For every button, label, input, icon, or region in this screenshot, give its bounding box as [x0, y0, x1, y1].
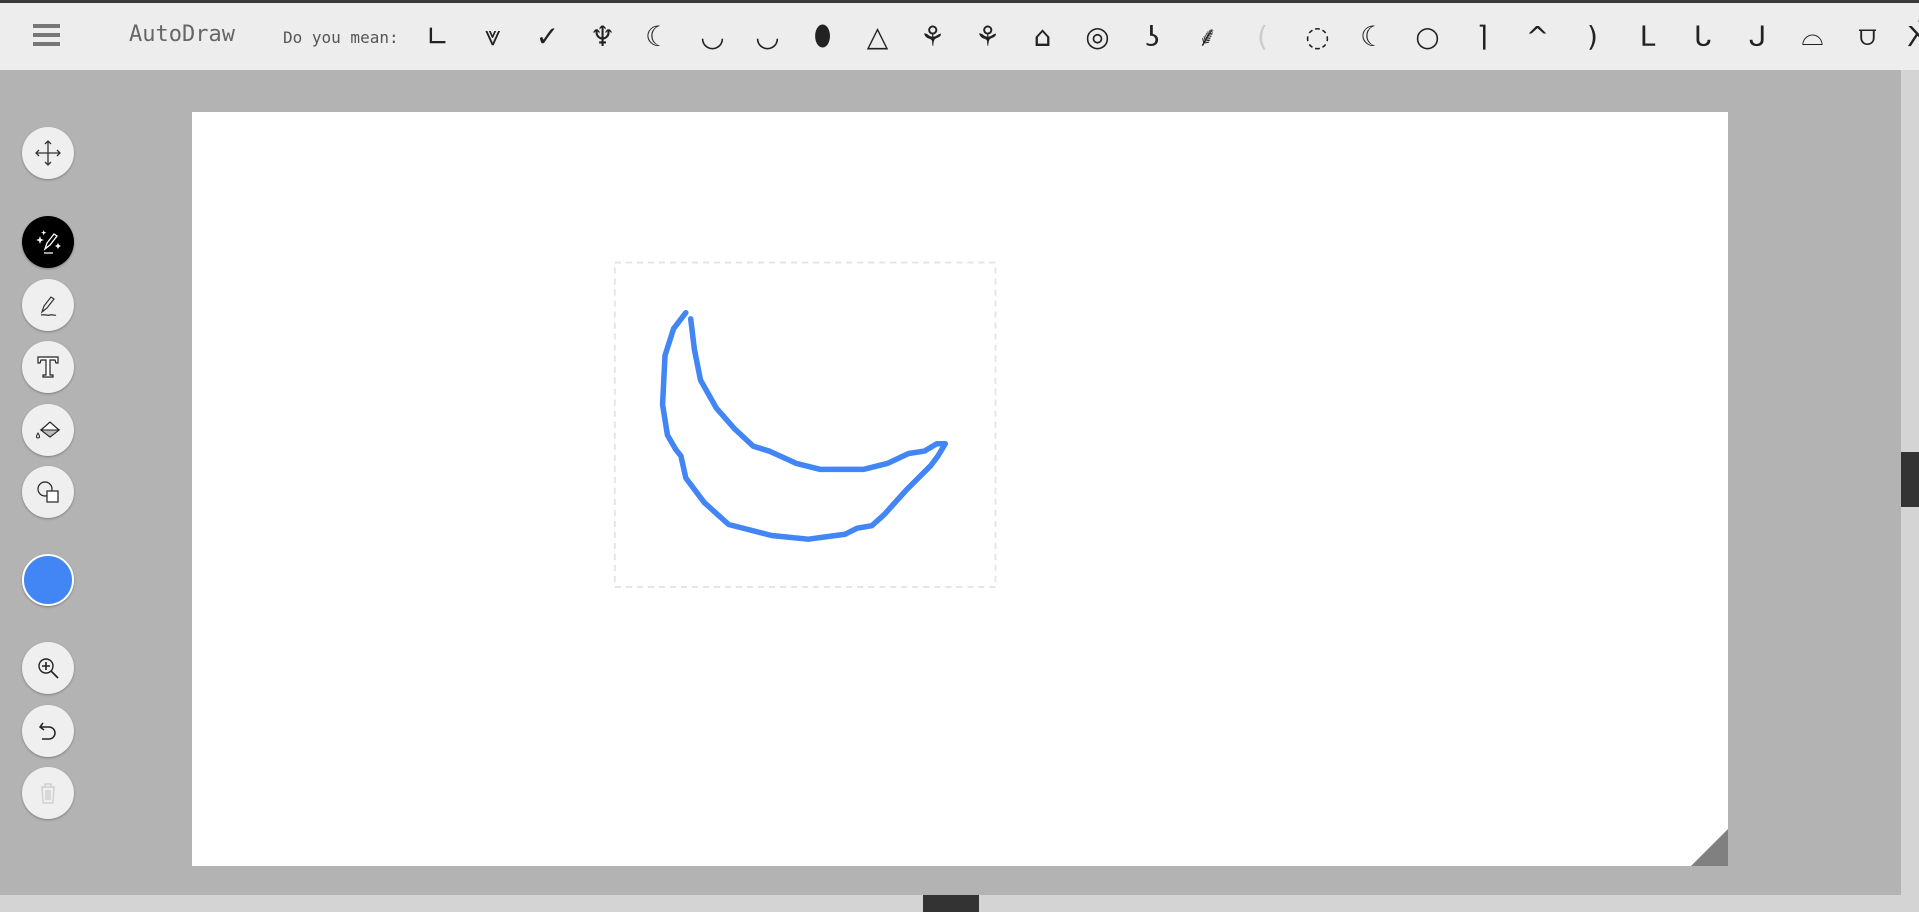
suggestion-flower-pots-icon[interactable]: ⚘ [960, 13, 1015, 59]
suggestion-label: Do you mean: [283, 28, 399, 47]
zoom-tool-button[interactable] [22, 642, 74, 694]
suggestion-bowl-icon[interactable]: ◡ [740, 13, 795, 59]
suggestion-crescent-moon-icon[interactable]: ☾ [1345, 13, 1400, 59]
suggestion-boomerang-icon[interactable]: ^ [1510, 13, 1565, 59]
trash-icon [41, 783, 55, 804]
suggestion-forearm-icon[interactable]: ᒍ [1730, 13, 1785, 59]
delete-button[interactable] [22, 767, 74, 819]
suggestion-insect-icon[interactable]: Ӂ [1895, 13, 1919, 59]
zoom-in-icon [38, 658, 59, 679]
shape-tool-button[interactable] [22, 466, 74, 518]
suggestion-pipe-elbow-icon[interactable]: ⌉ [1455, 13, 1510, 59]
suggestion-full-moon-icon[interactable]: ○ [1400, 13, 1455, 59]
suggestion-canoe-icon[interactable]: ⌓ [1785, 13, 1840, 59]
suggestion-banana-icon[interactable]: ◡ [685, 13, 740, 59]
text-icon [37, 356, 59, 378]
text-tool-button[interactable] [22, 341, 74, 393]
header: AutoDraw Do you mean: ∟ ⩔ ✓ ♆ ☾ ◡ ◡ ⬮ △ ⚘ ⚘ ⌂ ◎ ʖ ⸙(◌ ☾… [0, 3, 1919, 70]
workspace [0, 70, 1901, 895]
banana-stroke [659, 309, 949, 542]
menu-icon[interactable] [33, 24, 60, 48]
app-title: AutoDraw [129, 22, 235, 47]
suggestion-flexed-arm-icon[interactable]: ᒪ [1620, 13, 1675, 59]
vertical-scroll-thumb[interactable] [1901, 452, 1919, 507]
resize-corner[interactable] [1691, 829, 1728, 866]
suggestion-bird-icon[interactable]: ⩔ [465, 13, 520, 59]
suggestion-bridge-icon[interactable]: ⩌ [1840, 13, 1895, 59]
suggestion-banana-peeled-icon[interactable]: ♆ [575, 13, 630, 59]
undo-icon [38, 722, 56, 740]
suggestion-hose-reel-icon[interactable]: ◎ [1070, 13, 1125, 59]
horizontal-scroll-thumb[interactable] [923, 895, 979, 912]
drawing-canvas[interactable] [192, 112, 1728, 866]
suggestion-moon-icon[interactable]: ◌ [1290, 13, 1345, 59]
move-tool-button[interactable] [22, 127, 74, 179]
suggestion-watermelon-icon[interactable]: ⬮ [795, 13, 850, 59]
suggestion-hose-nozzle-icon[interactable]: ʖ [1125, 13, 1180, 59]
paint-bucket-icon [36, 421, 61, 439]
draw-tool-button[interactable] [22, 279, 74, 331]
suggestion-arm-hand-icon[interactable]: ᒐ [1675, 13, 1730, 59]
suggestion-faint-crescent-icon[interactable]: ( [1235, 13, 1290, 59]
color-picker-button[interactable] [22, 554, 74, 606]
suggestion-check-bird-icon[interactable]: ✓ [520, 13, 575, 59]
magic-pencil-icon [36, 230, 61, 254]
suggestion-sprinkler-icon[interactable]: ⸙ [1180, 13, 1235, 59]
suggestion-garden-planter-icon[interactable]: ⚘ [905, 13, 960, 59]
shapes-icon [37, 481, 59, 503]
suggestion-list: ∟⩔✓♆☾◡◡⬮△⚘⚘⌂◎ʖ⸙(◌☾○⌉^)ᒪᒐᒍ⌓⩌Ӂ [410, 13, 1919, 59]
suggestion-banana-bunch-icon[interactable]: ☾ [630, 13, 685, 59]
fill-tool-button[interactable] [22, 404, 74, 456]
suggestion-boomerang-wave-icon[interactable]: ) [1565, 13, 1620, 59]
suggestion-arm-icon[interactable]: ∟ [410, 13, 465, 59]
autodraw-tool-button[interactable] [22, 216, 74, 268]
pencil-icon [40, 296, 57, 316]
undo-button[interactable] [22, 705, 74, 757]
suggestion-house-icon[interactable]: ⌂ [1015, 13, 1070, 59]
suggestion-watermelon-slice-icon[interactable]: △ [850, 13, 905, 59]
move-icon [35, 140, 61, 166]
